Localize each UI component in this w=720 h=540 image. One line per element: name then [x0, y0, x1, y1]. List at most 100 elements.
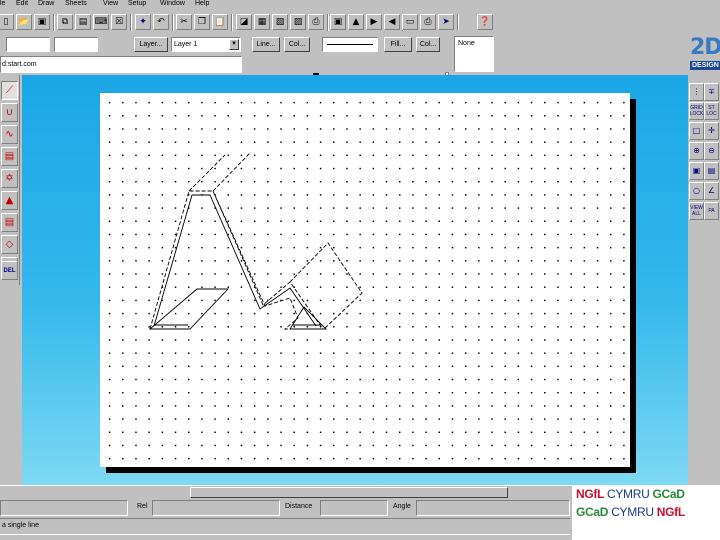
rel-coordinate-field [152, 500, 280, 516]
filename-value: d:start.com [2, 61, 37, 68]
horizontal-scrollbar[interactable] [0, 485, 580, 498]
menu-sheets[interactable]: Sheets [65, 0, 87, 8]
rel-label: Rel [137, 503, 148, 510]
fill-button[interactable]: Fill... [384, 37, 412, 52]
snap-lock-button[interactable]: ST LOC [704, 102, 719, 120]
help-icon[interactable]: ❓ [477, 14, 493, 30]
toolbar-separator [327, 14, 329, 31]
line-style-field[interactable] [322, 37, 378, 52]
distance-label: Distance [285, 503, 313, 510]
square-icon[interactable]: □ [689, 122, 704, 140]
logo-strip: DESIGN [690, 61, 720, 70]
zoom-icon[interactable]: ✦ [135, 14, 151, 30]
print-icon[interactable]: ⌨ [93, 14, 109, 30]
distance-field [320, 500, 388, 516]
grid-lock-button[interactable]: GRID LOCK [689, 102, 704, 120]
banner-line-2: GCaD CYMRU NGfL [576, 505, 685, 519]
status-divider [0, 534, 570, 540]
drawing-canvas[interactable] [100, 93, 630, 467]
line-colour-button[interactable]: Col... [284, 37, 310, 52]
banner-line-1: NGfL CYMRU GCaD [576, 487, 685, 501]
grid-icon[interactable]: ⋮ [689, 83, 704, 101]
page-button[interactable]: PA [704, 202, 719, 220]
back-icon[interactable]: ▲ [348, 14, 364, 30]
delete-tool-button[interactable]: DEL [1, 261, 18, 280]
zoom-previous-icon[interactable]: ▤ [704, 162, 719, 180]
shape-tool-icon[interactable]: ▲ [1, 191, 18, 210]
menu-view[interactable]: View [103, 0, 118, 8]
line-button[interactable]: Line... [252, 37, 280, 52]
hatch-tool-icon[interactable]: ▤ [1, 147, 18, 166]
cross-icon[interactable]: ✛ [704, 122, 719, 140]
layer-select-value: Layer 1 [174, 41, 198, 48]
snap-icon[interactable]: ∓ [704, 83, 719, 101]
chevron-down-icon[interactable]: ▼ [229, 39, 239, 50]
menu-file[interactable]: le [0, 0, 5, 8]
align-icon[interactable]: ▨ [290, 14, 306, 30]
select-icon[interactable]: ◪ [236, 14, 252, 30]
layer-button[interactable]: Layer... [134, 37, 168, 52]
banner-cymru: CYMRU [606, 487, 650, 501]
property-bar: Layer... Layer 1 ▼ Line... Col... Fill..… [0, 34, 720, 86]
menu-setup[interactable]: Setup [128, 0, 146, 8]
copy-sheet-icon[interactable]: ⧉ [57, 14, 73, 30]
arc-tool-icon[interactable]: ∪ [1, 103, 18, 122]
layer-select[interactable]: Layer 1 ▼ [171, 37, 241, 52]
isometric-drawing [148, 152, 363, 330]
printer-icon[interactable]: ⎙ [420, 14, 436, 30]
fill-preview: None [454, 36, 494, 72]
monitor-icon[interactable]: ▭ [402, 14, 418, 30]
save-icon[interactable]: ▣ [34, 14, 50, 30]
eraser-tool-icon[interactable]: ◇ [1, 235, 18, 254]
banner-cymru-2: CYMRU [611, 505, 654, 519]
forward-icon[interactable]: ▶ [366, 14, 382, 30]
menu-draw[interactable]: Draw [38, 0, 54, 8]
y-field[interactable] [54, 37, 98, 52]
undo-icon[interactable]: ↶ [153, 14, 169, 30]
group-icon[interactable]: ▦ [254, 14, 270, 30]
line-tool-icon[interactable]: ⟋ [1, 81, 18, 100]
zoom-in-icon[interactable]: ⊕ [689, 142, 704, 160]
banner-gcad: GCaD [652, 487, 685, 501]
foot-left [148, 288, 230, 330]
menu-help[interactable]: Help [195, 0, 209, 8]
backward-icon[interactable]: ◀ [384, 14, 400, 30]
open-icon[interactable]: 📂 [16, 14, 32, 30]
extrusion-line [188, 154, 226, 192]
sheet-icon[interactable]: ▤ [75, 14, 91, 30]
status-message: a single line [2, 522, 39, 529]
filename-field[interactable]: d:start.com [0, 56, 242, 73]
ungroup-icon[interactable]: ▧ [272, 14, 288, 30]
status-bar: a single line [0, 518, 570, 540]
zoom-window-icon[interactable]: ▣ [689, 162, 704, 180]
circle-snap-icon[interactable]: ○ [689, 182, 704, 200]
plate-right [289, 242, 363, 330]
x-field[interactable] [6, 37, 50, 52]
line-style-preview [327, 44, 373, 45]
new-icon[interactable]: ▯ [0, 14, 14, 30]
ngfl-banner: NGfL CYMRU GCaD GCaD CYMRU NGfL [572, 485, 720, 540]
grid-lock-label: GRID LOCK [689, 105, 704, 117]
export-icon[interactable]: ➤ [438, 14, 454, 30]
menu-window[interactable]: Window [160, 0, 185, 8]
zoom-out-icon[interactable]: ⊖ [704, 142, 719, 160]
text-icon[interactable]: ⎙ [308, 14, 324, 30]
menu-edit[interactable]: Edit [16, 0, 28, 8]
curve-tool-icon[interactable]: ∿ [1, 125, 18, 144]
scrollbar-thumb[interactable] [190, 487, 508, 498]
front-icon[interactable]: ▣ [330, 14, 346, 30]
copy-icon[interactable]: ❐ [194, 14, 210, 30]
view-all-button[interactable]: VIEW ALL [689, 202, 704, 220]
close-sheet-icon[interactable]: ☒ [111, 14, 127, 30]
banner-ngfl-2: NGfL [656, 505, 685, 519]
toolbar-separator [130, 14, 132, 31]
freehand-tool-icon[interactable]: ✡ [1, 169, 18, 188]
fill-value: None [458, 40, 475, 47]
measure-tool-icon[interactable]: ▤ [1, 213, 18, 232]
toolbar-separator [172, 14, 174, 31]
paste-icon[interactable]: 📋 [212, 14, 228, 30]
fill-colour-button[interactable]: Col... [416, 37, 440, 52]
angle-snap-icon[interactable]: ∠ [704, 182, 719, 200]
cut-icon[interactable]: ✂ [176, 14, 192, 30]
menu-bar: le Edit Draw Sheets View Setup Window He… [0, 0, 720, 10]
